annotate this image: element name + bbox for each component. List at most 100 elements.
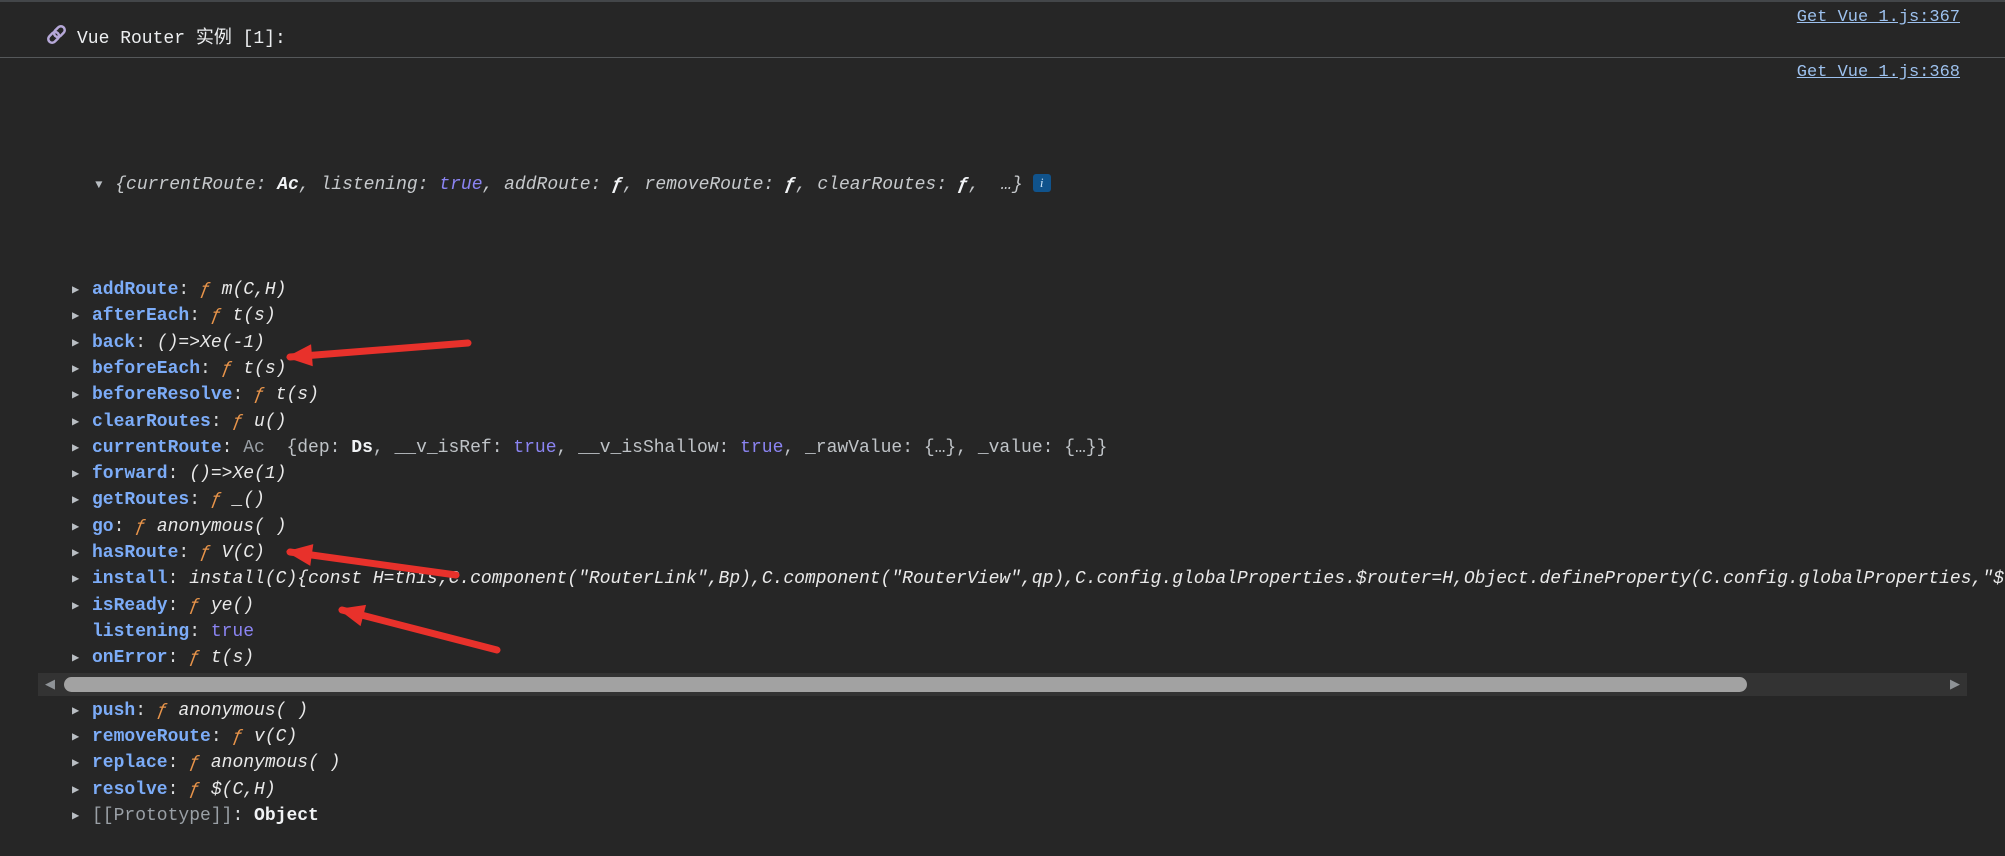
- value-segment: true: [513, 438, 556, 458]
- expand-caret-icon[interactable]: ▶: [72, 724, 92, 750]
- value-segment: , listening:: [299, 175, 439, 195]
- property-row-back[interactable]: ▶back: ()=>Xe(-1): [0, 330, 2005, 356]
- expand-caret-icon[interactable]: ▶: [72, 566, 92, 592]
- property-row-removeroute[interactable]: ▶removeRoute: ƒ v(C): [0, 724, 2005, 750]
- property-row-onerror[interactable]: ▶onError: ƒ t(s): [0, 645, 2005, 671]
- property-row-push[interactable]: ▶push: ƒ anonymous( ): [0, 698, 2005, 724]
- expand-caret-icon[interactable]: ▶: [72, 330, 92, 356]
- value-segment: true: [439, 175, 482, 195]
- value-segment: _(): [222, 490, 265, 510]
- property-row-aftereach[interactable]: ▶afterEach: ƒ t(s): [0, 303, 2005, 329]
- expand-caret-icon[interactable]: ▶: [72, 803, 92, 829]
- value-segment: , addRoute:: [483, 175, 613, 195]
- value-segment: ƒ: [189, 753, 200, 773]
- property-row-listening[interactable]: listening: true: [0, 619, 2005, 645]
- property-value: ()=>Xe(1): [189, 464, 286, 484]
- property-row-addroute[interactable]: ▶addRoute: ƒ m(C,H): [0, 277, 2005, 303]
- property-row-resolve[interactable]: ▶resolve: ƒ $(C,H): [0, 777, 2005, 803]
- property-row-currentroute[interactable]: ▶currentRoute: Ac {dep: Ds, __v_isRef: t…: [0, 435, 2005, 461]
- expand-caret-icon[interactable]: ▶: [72, 698, 92, 724]
- property-row-isready[interactable]: ▶isReady: ƒ ye(): [0, 593, 2005, 619]
- expand-caret-icon[interactable]: ▶: [72, 645, 92, 671]
- colon-separator: :: [189, 622, 211, 642]
- colon-separator: :: [232, 806, 254, 826]
- expand-caret-icon[interactable]: ▶: [72, 303, 92, 329]
- value-segment: ƒ: [211, 306, 222, 326]
- expand-caret-icon[interactable]: ▶: [72, 356, 92, 382]
- value-segment: {dep:: [286, 438, 351, 458]
- expand-caret-icon[interactable]: ▶: [72, 487, 92, 513]
- property-row-beforeeach[interactable]: ▶beforeEach: ƒ t(s): [0, 356, 2005, 382]
- value-segment: t(s): [265, 385, 319, 405]
- property-value: ƒ _(): [211, 490, 265, 510]
- property-name: addRoute: [92, 280, 178, 300]
- colon-separator: :: [168, 596, 190, 616]
- property-row-go[interactable]: ▶go: ƒ anonymous( ): [0, 514, 2005, 540]
- expand-caret-icon[interactable]: ▶: [72, 277, 92, 303]
- expand-caret-icon[interactable]: ▶: [72, 409, 92, 435]
- expand-caret-icon[interactable]: ▶: [72, 382, 92, 408]
- value-segment: ƒ: [232, 412, 243, 432]
- value-segment: t(s): [222, 306, 276, 326]
- property-row-replace[interactable]: ▶replace: ƒ anonymous( ): [0, 750, 2005, 776]
- scroll-left-icon[interactable]: ◀: [40, 673, 60, 696]
- property-name: clearRoutes: [92, 412, 211, 432]
- expand-caret-icon[interactable]: ▶: [72, 435, 92, 461]
- object-preview-text: {currentRoute: Ac, listening: true, addR…: [115, 175, 1022, 195]
- property-value: ƒ t(s): [189, 648, 254, 668]
- value-segment: ƒ: [189, 780, 200, 800]
- info-icon[interactable]: i: [1033, 174, 1051, 192]
- value-segment: ()=>Xe(1): [189, 464, 286, 484]
- value-segment: ƒ: [189, 596, 200, 616]
- value-segment: ƒ: [254, 385, 265, 405]
- property-value: ƒ $(C,H): [189, 780, 275, 800]
- property-rows: ▶addRoute: ƒ m(C,H)▶afterEach: ƒ t(s)▶ba…: [0, 277, 2005, 829]
- property-name: getRoutes: [92, 490, 189, 510]
- property-name: replace: [92, 753, 168, 773]
- expand-caret-icon[interactable]: ▶: [72, 514, 92, 540]
- console-message-title: Vue Router 实例 [1]:: [77, 23, 286, 49]
- colon-separator: :: [168, 780, 190, 800]
- value-segment: t(s): [200, 648, 254, 668]
- value-segment: ƒ: [785, 175, 796, 195]
- property-row-hasroute[interactable]: ▶hasRoute: ƒ V(C): [0, 540, 2005, 566]
- object-preview-row[interactable]: ▼{currentRoute: Ac, listening: true, add…: [0, 146, 2005, 225]
- property-name: [[Prototype]]: [92, 806, 232, 826]
- property-row-beforeresolve[interactable]: ▶beforeResolve: ƒ t(s): [0, 382, 2005, 408]
- value-segment: m(C,H): [211, 280, 287, 300]
- value-segment: true: [740, 438, 783, 458]
- scroll-right-icon[interactable]: ▶: [1945, 673, 1965, 696]
- property-name: go: [92, 517, 114, 537]
- property-row-clearroutes[interactable]: ▶clearRoutes: ƒ u(): [0, 409, 2005, 435]
- expand-caret-icon[interactable]: ▶: [72, 540, 92, 566]
- value-segment: , removeRoute:: [623, 175, 785, 195]
- expand-caret-icon[interactable]: ▶: [72, 750, 92, 776]
- property-row-forward[interactable]: ▶forward: ()=>Xe(1): [0, 461, 2005, 487]
- scrollbar-thumb[interactable]: [64, 677, 1747, 692]
- value-segment: ƒ: [189, 648, 200, 668]
- colon-separator: :: [178, 280, 200, 300]
- expand-caret-icon[interactable]: ▶: [72, 593, 92, 619]
- value-segment: ye(): [200, 596, 254, 616]
- expand-caret-icon[interactable]: ▶: [72, 461, 92, 487]
- property-value: ƒ anonymous( ): [157, 701, 308, 721]
- property-value: ()=>Xe(-1): [157, 333, 265, 353]
- colon-separator: :: [211, 412, 233, 432]
- property-row-getroutes[interactable]: ▶getRoutes: ƒ _(): [0, 487, 2005, 513]
- source-link-368[interactable]: Get_Vue_1.js:368: [1797, 63, 1960, 82]
- colon-separator: :: [211, 727, 233, 747]
- horizontal-scrollbar[interactable]: ◀ ▶: [38, 673, 1967, 696]
- expand-caret-icon[interactable]: ▶: [72, 777, 92, 803]
- source-link-367[interactable]: Get_Vue_1.js:367: [1797, 8, 1960, 27]
- value-segment: Ds: [351, 438, 373, 458]
- value-segment: , __v_isRef:: [373, 438, 513, 458]
- colon-separator: :: [222, 438, 244, 458]
- property-row-prototype[interactable]: ▶[[Prototype]]: Object: [0, 803, 2005, 829]
- property-name: back: [92, 333, 135, 353]
- property-name: forward: [92, 464, 168, 484]
- value-segment: true: [211, 622, 254, 642]
- colon-separator: :: [168, 753, 190, 773]
- caret-expanded-icon[interactable]: ▼: [95, 172, 115, 198]
- property-row-install[interactable]: ▶install: install(C){const H=this;C.comp…: [0, 566, 2005, 592]
- value-segment: ƒ: [135, 517, 146, 537]
